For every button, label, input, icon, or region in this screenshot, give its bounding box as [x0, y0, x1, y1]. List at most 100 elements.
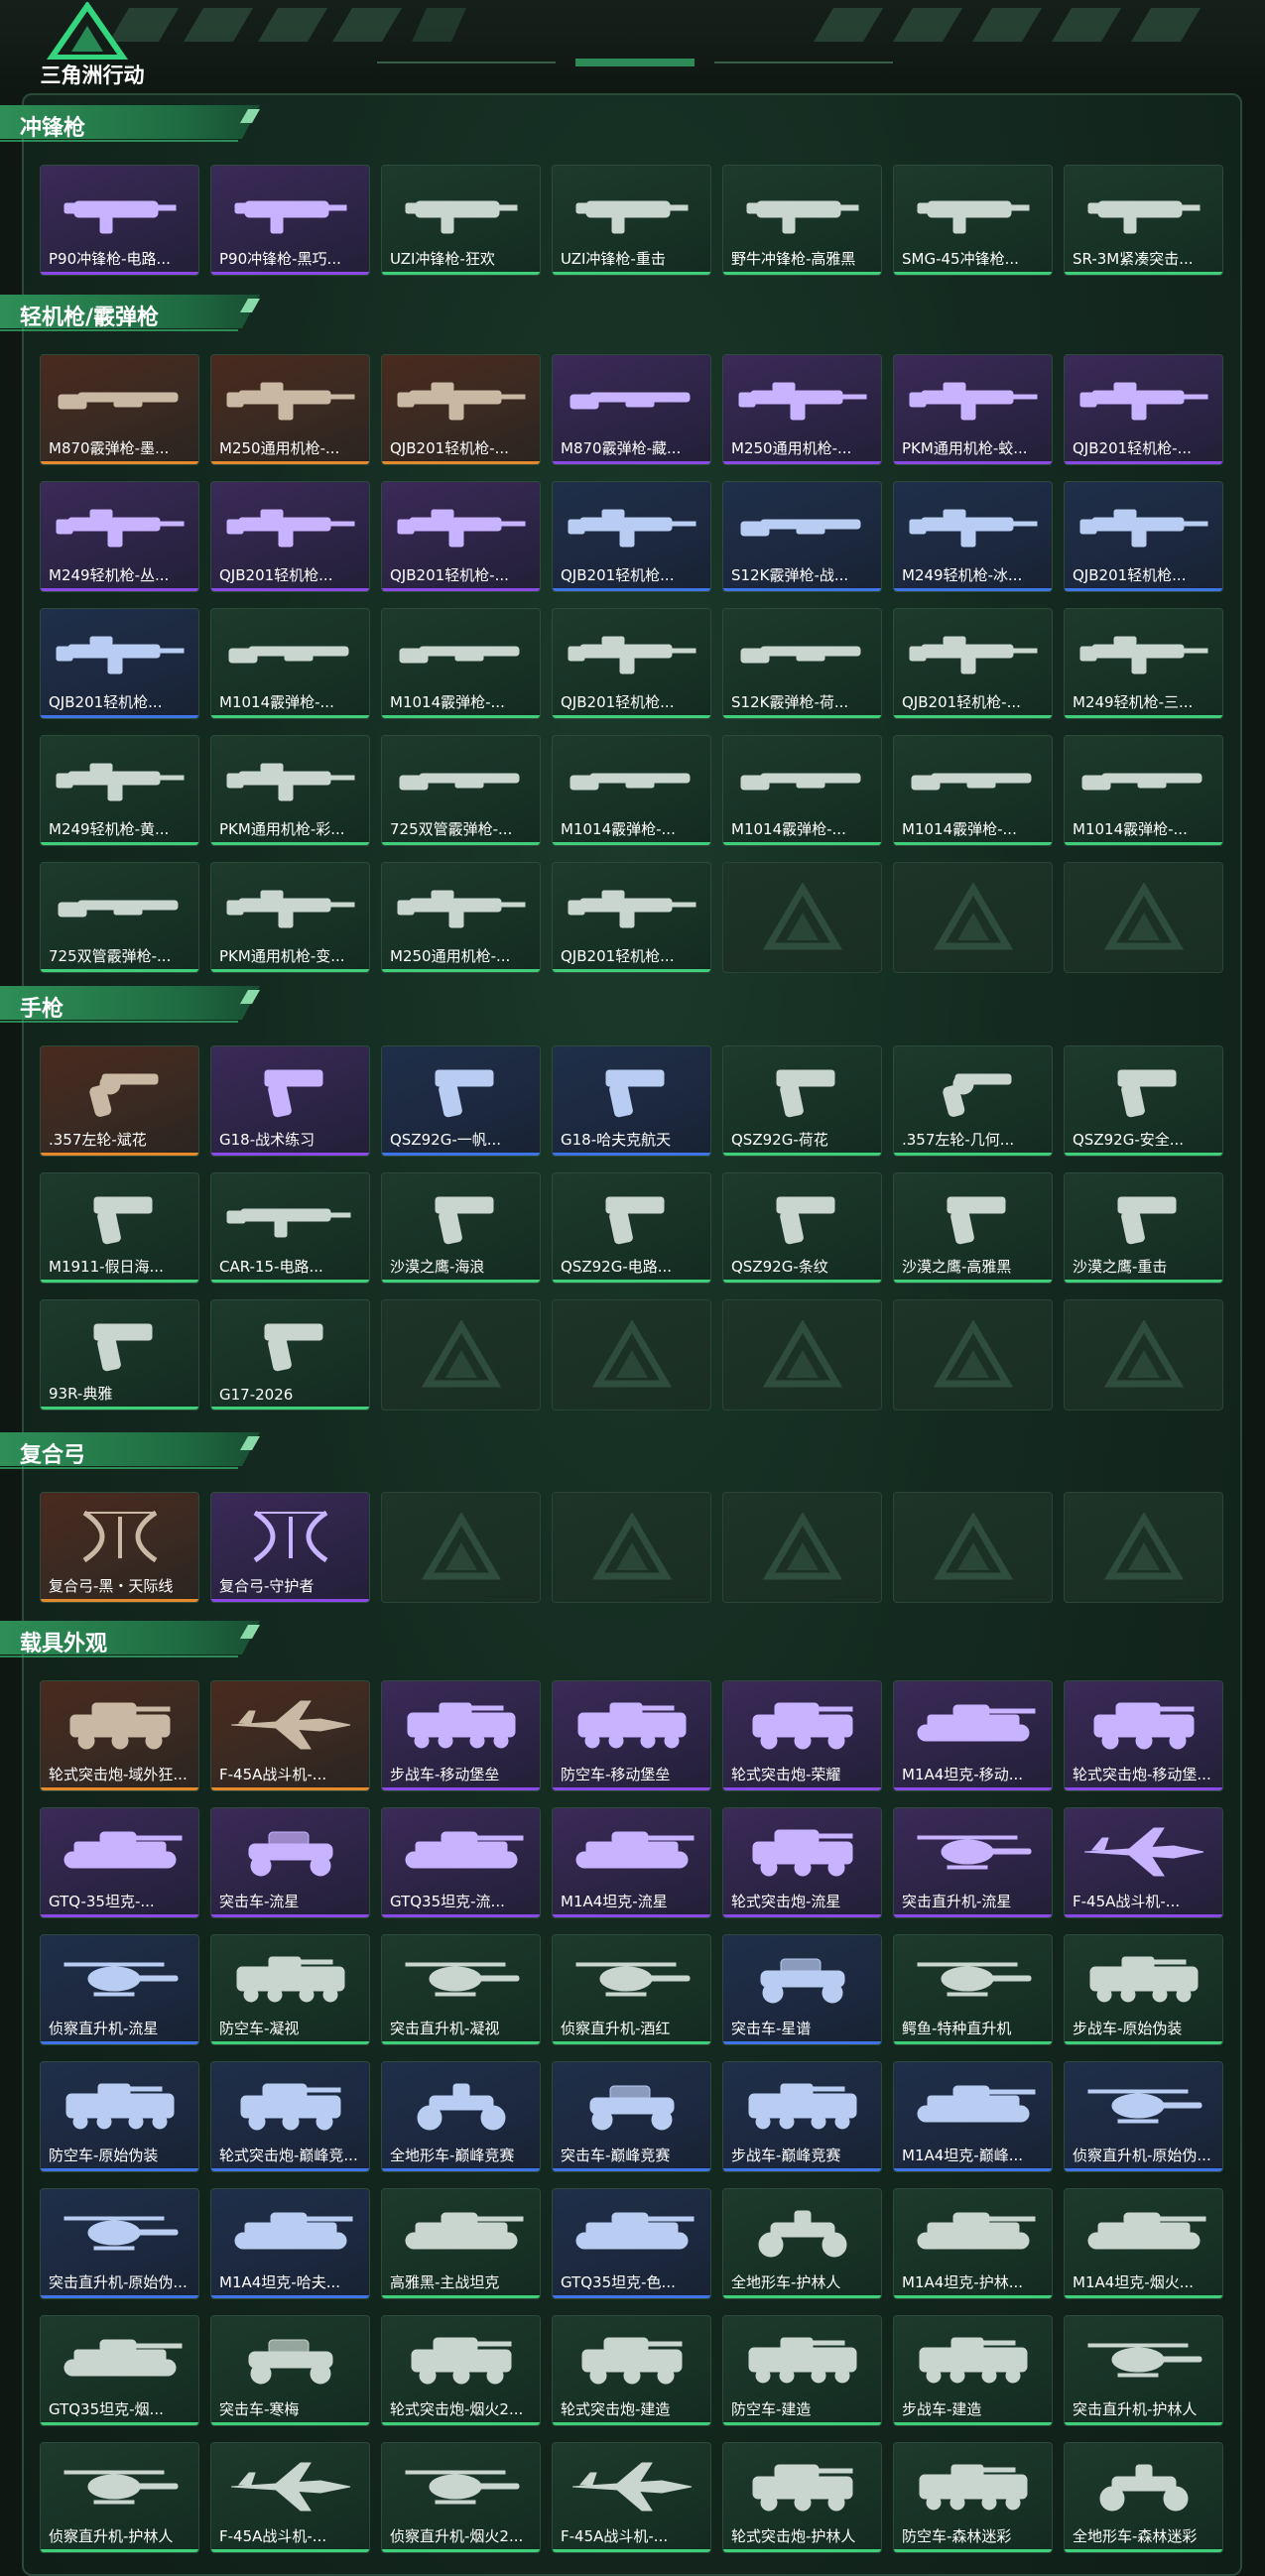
item-card[interactable]: M1014霰弹枪-...	[893, 735, 1053, 846]
item-card[interactable]: M1A4坦克-烟火...	[1064, 2188, 1223, 2299]
item-card[interactable]: SMG-45冲锋枪...	[893, 165, 1053, 276]
item-card[interactable]: 725双管霰弹枪-...	[40, 862, 199, 973]
item-card[interactable]: 轮式突击炮-巅峰竞...	[210, 2061, 370, 2172]
item-card[interactable]: M249轻机枪-丛...	[40, 481, 199, 592]
item-card[interactable]: 步战车-原始伪装	[1064, 1934, 1223, 2045]
item-card[interactable]: 侦察直升机-酒红	[552, 1934, 711, 2045]
item-card[interactable]: F-45A战斗机-...	[552, 2442, 711, 2553]
item-card[interactable]: GTQ35坦克-烟...	[40, 2315, 199, 2426]
item-card[interactable]: 步战车-建造	[893, 2315, 1053, 2426]
item-card[interactable]: QJB201轻机枪...	[552, 481, 711, 592]
item-card[interactable]: 轮式突击炮-流星	[722, 1807, 882, 1918]
item-card[interactable]: 复合弓-黑・天际线	[40, 1492, 199, 1603]
item-card[interactable]: PKM通用机枪-蛟...	[893, 354, 1053, 465]
item-card[interactable]: 轮式突击炮-荣耀	[722, 1680, 882, 1791]
item-card[interactable]: G18-战术练习	[210, 1045, 370, 1157]
item-card[interactable]: 沙漠之鹰-重击	[1064, 1172, 1223, 1284]
item-card[interactable]: 全地形车-森林迷彩	[1064, 2442, 1223, 2553]
item-card[interactable]: QJB201轻机枪...	[1064, 481, 1223, 592]
item-card[interactable]: M1A4坦克-移动...	[893, 1680, 1053, 1791]
item-card[interactable]: 725双管霰弹枪-...	[381, 735, 541, 846]
item-card[interactable]: QSZ92G-安全...	[1064, 1045, 1223, 1157]
item-card[interactable]: F-45A战斗机-...	[210, 2442, 370, 2553]
item-card[interactable]: 突击直升机-原始伪...	[40, 2188, 199, 2299]
item-card[interactable]: QJB201轻机枪-...	[1064, 354, 1223, 465]
item-card[interactable]: SR-3M紧凑突击...	[1064, 165, 1223, 276]
item-card[interactable]: 防空车-原始伪装	[40, 2061, 199, 2172]
item-card[interactable]: M250通用机枪-...	[210, 354, 370, 465]
item-card[interactable]: G17-2026	[210, 1299, 370, 1411]
item-card[interactable]: M870霰弹枪-藏...	[552, 354, 711, 465]
item-card[interactable]: 鳄鱼-特种直升机	[893, 1934, 1053, 2045]
item-card[interactable]: 野牛冲锋枪-高雅黑	[722, 165, 882, 276]
item-card[interactable]: S12K霰弹枪-荷...	[722, 608, 882, 719]
item-card[interactable]: 侦察直升机-烟火2...	[381, 2442, 541, 2553]
item-card[interactable]: .357左轮-斌花	[40, 1045, 199, 1157]
item-card[interactable]: QJB201轻机枪-...	[893, 608, 1053, 719]
item-card[interactable]: UZI冲锋枪-重击	[552, 165, 711, 276]
item-card[interactable]: S12K霰弹枪-战...	[722, 481, 882, 592]
item-card[interactable]: 突击车-流星	[210, 1807, 370, 1918]
item-card[interactable]: 侦察直升机-原始伪...	[1064, 2061, 1223, 2172]
item-card[interactable]: 突击车-星谱	[722, 1934, 882, 2045]
item-card[interactable]: 全地形车-护林人	[722, 2188, 882, 2299]
item-card[interactable]: 全地形车-巅峰竞赛	[381, 2061, 541, 2172]
item-card[interactable]: F-45A战斗机-...	[1064, 1807, 1223, 1918]
item-card[interactable]: 侦察直升机-流星	[40, 1934, 199, 2045]
item-card[interactable]: F-45A战斗机-...	[210, 1680, 370, 1791]
item-card[interactable]: 沙漠之鹰-高雅黑	[893, 1172, 1053, 1284]
item-card[interactable]: CAR-15-电路...	[210, 1172, 370, 1284]
item-card[interactable]: .357左轮-几何...	[893, 1045, 1053, 1157]
item-card[interactable]: 防空车-森林迷彩	[893, 2442, 1053, 2553]
item-card[interactable]: M1014霰弹枪-...	[1064, 735, 1223, 846]
item-card[interactable]: QJB201轻机枪...	[552, 608, 711, 719]
item-card[interactable]: 沙漠之鹰-海浪	[381, 1172, 541, 1284]
item-card[interactable]: 突击车-巅峰竞赛	[552, 2061, 711, 2172]
item-card[interactable]: 轮式突击炮-护林人	[722, 2442, 882, 2553]
item-card[interactable]: 高雅黑-主战坦克	[381, 2188, 541, 2299]
item-card[interactable]: P90冲锋枪-黑巧...	[210, 165, 370, 276]
item-card[interactable]: QSZ92G-一帆...	[381, 1045, 541, 1157]
item-card[interactable]: 突击直升机-护林人	[1064, 2315, 1223, 2426]
item-card[interactable]: 突击车-寒梅	[210, 2315, 370, 2426]
item-card[interactable]: M1014霰弹枪-...	[210, 608, 370, 719]
item-card[interactable]: QJB201轻机枪-...	[381, 481, 541, 592]
item-card[interactable]: 轮式突击炮-移动堡...	[1064, 1680, 1223, 1791]
item-card[interactable]: GTQ35坦克-流...	[381, 1807, 541, 1918]
item-card[interactable]: 复合弓-守护者	[210, 1492, 370, 1603]
item-card[interactable]: M1911-假日海...	[40, 1172, 199, 1284]
item-card[interactable]: 突击直升机-流星	[893, 1807, 1053, 1918]
item-card[interactable]: M249轻机枪-黄...	[40, 735, 199, 846]
item-card[interactable]: 步战车-移动堡垒	[381, 1680, 541, 1791]
item-card[interactable]: M250通用机枪-...	[381, 862, 541, 973]
item-card[interactable]: 步战车-巅峰竞赛	[722, 2061, 882, 2172]
item-card[interactable]: M250通用机枪-...	[722, 354, 882, 465]
item-card[interactable]: M1014霰弹枪-...	[381, 608, 541, 719]
item-card[interactable]: G18-哈夫克航天	[552, 1045, 711, 1157]
item-card[interactable]: QJB201轻机枪...	[552, 862, 711, 973]
scrollbar[interactable]	[1235, 109, 1241, 307]
item-card[interactable]: 轮式突击炮-烟火2...	[381, 2315, 541, 2426]
item-card[interactable]: M1014霰弹枪-...	[722, 735, 882, 846]
item-card[interactable]: QSZ92G-条纹	[722, 1172, 882, 1284]
item-card[interactable]: 侦察直升机-护林人	[40, 2442, 199, 2553]
item-card[interactable]: M1A4坦克-护林...	[893, 2188, 1053, 2299]
item-card[interactable]: QJB201轻机枪...	[40, 608, 199, 719]
item-card[interactable]: M1A4坦克-巅峰...	[893, 2061, 1053, 2172]
item-card[interactable]: UZI冲锋枪-狂欢	[381, 165, 541, 276]
item-card[interactable]: QJB201轻机枪...	[210, 481, 370, 592]
item-card[interactable]: GTQ-35坦克-...	[40, 1807, 199, 1918]
item-card[interactable]: M870霰弹枪-墨...	[40, 354, 199, 465]
item-card[interactable]: GTQ35坦克-色...	[552, 2188, 711, 2299]
item-card[interactable]: PKM通用机枪-变...	[210, 862, 370, 973]
item-card[interactable]: 轮式突击炮-建造	[552, 2315, 711, 2426]
item-card[interactable]: M1A4坦克-哈夫...	[210, 2188, 370, 2299]
item-card[interactable]: M249轻机枪-冰...	[893, 481, 1053, 592]
item-card[interactable]: 防空车-凝视	[210, 1934, 370, 2045]
item-card[interactable]: PKM通用机枪-彩...	[210, 735, 370, 846]
item-card[interactable]: M249轻机枪-三...	[1064, 608, 1223, 719]
item-card[interactable]: QJB201轻机枪-...	[381, 354, 541, 465]
item-card[interactable]: P90冲锋枪-电路...	[40, 165, 199, 276]
item-card[interactable]: 防空车-建造	[722, 2315, 882, 2426]
item-card[interactable]: 防空车-移动堡垒	[552, 1680, 711, 1791]
